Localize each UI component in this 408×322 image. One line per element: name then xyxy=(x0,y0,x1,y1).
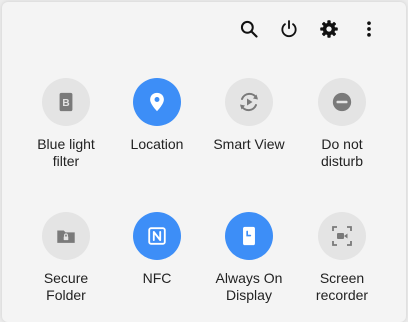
tile-toggle[interactable] xyxy=(225,78,273,126)
screen-recorder-icon xyxy=(332,226,352,246)
tile-toggle[interactable] xyxy=(133,212,181,260)
do-not-disturb-icon xyxy=(332,92,352,112)
blue-light-filter-icon: B xyxy=(59,92,73,112)
search-icon xyxy=(240,20,258,38)
gear-icon xyxy=(320,20,338,38)
tile-label: Do not disturb xyxy=(320,136,364,169)
tile-toggle[interactable] xyxy=(133,78,181,126)
location-pin-icon xyxy=(150,92,164,112)
tile-nfc[interactable]: NFC xyxy=(111,212,203,287)
search-button[interactable] xyxy=(238,18,260,40)
secure-folder-icon xyxy=(57,230,75,243)
tile-label: Secure Folder xyxy=(43,270,89,303)
more-vert-icon xyxy=(367,21,371,37)
nfc-icon xyxy=(148,227,166,245)
tile-label: Screen recorder xyxy=(315,270,369,303)
tile-location[interactable]: Location xyxy=(111,78,203,153)
tile-secure-folder[interactable]: Secure Folder xyxy=(20,212,112,304)
tile-toggle[interactable]: B xyxy=(42,78,90,126)
tile-do-not-disturb[interactable]: Do not disturb xyxy=(296,78,388,170)
power-button[interactable] xyxy=(278,18,300,40)
smart-view-icon xyxy=(240,92,258,112)
tile-label: Smart View xyxy=(213,136,285,152)
power-icon xyxy=(281,20,297,38)
tile-screen-recorder[interactable]: Screen recorder xyxy=(296,212,388,304)
settings-button[interactable] xyxy=(318,18,340,40)
quick-settings-panel: B Blue light filter Location Smart View xyxy=(2,2,406,322)
tile-label: Location xyxy=(130,136,184,152)
tile-toggle[interactable] xyxy=(318,78,366,126)
tile-label: Always On Display xyxy=(215,270,283,303)
svg-text:B: B xyxy=(62,98,69,109)
tile-toggle[interactable] xyxy=(225,212,273,260)
tile-label: NFC xyxy=(142,270,172,286)
always-on-display-icon xyxy=(243,226,255,246)
quick-settings-toolbar xyxy=(238,18,380,40)
tile-smart-view[interactable]: Smart View xyxy=(203,78,295,153)
tile-toggle[interactable] xyxy=(42,212,90,260)
tile-label: Blue light filter xyxy=(37,136,95,169)
tile-always-on-display[interactable]: Always On Display xyxy=(203,212,295,304)
more-options-button[interactable] xyxy=(358,18,380,40)
tile-toggle[interactable] xyxy=(318,212,366,260)
tile-blue-light-filter[interactable]: B Blue light filter xyxy=(20,78,112,170)
